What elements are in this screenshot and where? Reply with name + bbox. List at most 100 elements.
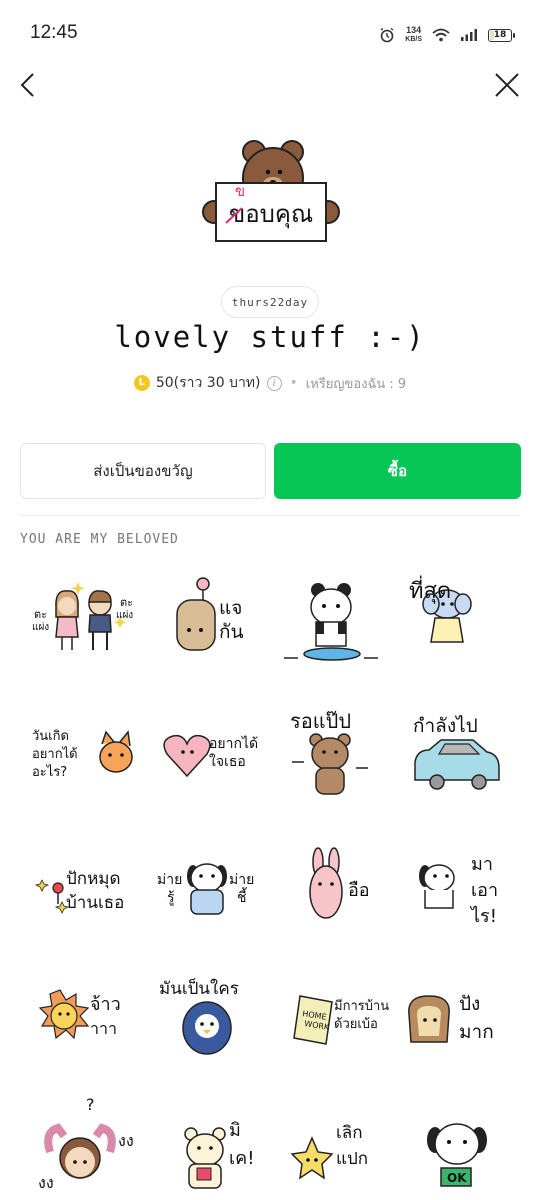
sticker-cat-birthday-text-2: อยากได้ (32, 746, 78, 762)
sticker-couple[interactable]: ตะ แผ่ง ตะ แผ่ง (20, 562, 144, 686)
sticker-bear-wait-image: รอแป๊ป (290, 709, 368, 795)
sticker-elephant-best[interactable]: ที่สุด (395, 562, 519, 686)
alarm-icon (380, 27, 394, 43)
sticker-dog-dunno-text-3: ม่าย (229, 872, 254, 888)
sticker-rabbit-ok[interactable]: อือ (270, 824, 394, 948)
sticker-dog-bring-text-3: ไร! (469, 905, 497, 927)
sticker-dog-dunno-image: ม่าย รู้ ม่าย ชี้ (157, 863, 254, 915)
close-icon[interactable] (492, 70, 522, 100)
sticker-cat-birthday-image: วันเกิด อยากได้ อะไร? (32, 729, 133, 780)
sticker-dog-bring[interactable]: มา เอา ไร! (395, 824, 519, 948)
sticker-star-weird-image: เลิก แปก (290, 1123, 368, 1180)
sticker-pin-home[interactable]: ปักหมุด บ้านเธอ (20, 824, 144, 948)
net-speed-unit: KB/S (405, 36, 422, 43)
signal-icon (461, 29, 477, 41)
main-sticker-sign-correction: ข (235, 182, 245, 200)
sticker-bread-great-image: ปัง มาก (408, 993, 494, 1043)
sticker-dog-dunno[interactable]: ม่าย รู้ ม่าย ชี้ (145, 824, 269, 948)
sticker-girl-confused-text-1: ? (86, 1095, 95, 1114)
section-label: YOU ARE MY BELOVED (20, 532, 179, 547)
sticker-sun-yes-text-2: าาา (90, 1019, 117, 1038)
sticker-penguin-who[interactable]: มันเป็นใคร (145, 954, 269, 1078)
author-name[interactable]: thurs22day (221, 286, 319, 318)
sticker-penguin-who-text: มันเป็นใคร (159, 977, 239, 999)
divider (20, 515, 520, 516)
sticker-rabbit-ok-text: อือ (348, 880, 370, 901)
sticker-heart-want-text-2: ใจเธอ (209, 753, 246, 770)
sticker-flower-head[interactable]: แจ กัน (145, 562, 269, 686)
wifi-icon (432, 28, 450, 42)
sticker-car-going-image: กำลังไป (413, 715, 500, 790)
sticker-bread-great-text-1: ปัง (459, 993, 480, 1015)
sticker-girl-confused-image: ? งง งง (38, 1095, 134, 1192)
coin-icon: L (133, 375, 150, 391)
sticker-bear-no-text-1: มิ (229, 1120, 241, 1141)
sticker-elephant-best-image: ที่สุด (409, 575, 472, 643)
sticker-bear-wait[interactable]: รอแป๊ป (270, 692, 394, 816)
status-icons: 134 KB/S 18 (379, 24, 515, 46)
sticker-dog-ok-image: OK (427, 1123, 487, 1187)
sticker-sun-yes-image: จ้าว าาา (38, 989, 121, 1040)
sticker-bear-wait-text: รอแป๊ป (290, 709, 351, 733)
sticker-couple-text-2: แผ่ง (32, 622, 49, 633)
sticker-car-going[interactable]: กำลังไป (395, 692, 519, 816)
sticker-flower-head-text-2: กัน (219, 621, 244, 643)
sticker-dog-bring-text-2: เอา (471, 880, 498, 901)
sticker-couple-text-1: ตะ (34, 608, 47, 621)
main-sticker-image: ขอบคุณ ข (202, 140, 340, 242)
sticker-bread-great[interactable]: ปัง มาก (395, 954, 519, 1078)
sticker-dog-dunno-text-4: ชี้ (237, 887, 248, 906)
sticker-rabbit-ok-image: อือ (309, 847, 370, 919)
sticker-heart-want-text-1: อยากได้ (209, 735, 258, 752)
battery-icon: 18 (488, 28, 515, 42)
sticker-couple-image: ตะ แผ่ง ตะ แผ่ง (32, 582, 133, 650)
sticker-panda-skate[interactable] (270, 562, 394, 686)
sticker-panda-skate-image (284, 583, 378, 661)
chevron-left-icon[interactable] (14, 70, 44, 100)
my-coins: เหรียญของฉัน : 9 (305, 376, 407, 392)
sticker-couple-text-4: แผ่ง (116, 610, 133, 621)
price-amount: 50(ราว 30 บาท) (155, 375, 261, 391)
sticker-bear-no[interactable]: มิ เค! (145, 1082, 269, 1200)
sticker-flower-head-text-1: แจ (219, 597, 242, 619)
page-title: lovely stuff :-) (114, 320, 426, 354)
sticker-star-weird-text-1: เลิก (336, 1123, 363, 1143)
sticker-girl-confused-text-3: งง (38, 1173, 54, 1192)
sticker-homework-image: HOME WORK มีการบ้าน ด้วยเบ้อ (293, 995, 389, 1045)
sticker-star-weird-text-2: แปก (336, 1149, 368, 1169)
sticker-heart-want-image: อยากได้ ใจเธอ (163, 734, 258, 778)
sticker-homework[interactable]: HOME WORK มีการบ้าน ด้วยเบ้อ (270, 954, 394, 1078)
battery-level: 18 (493, 29, 507, 40)
info-icon[interactable]: i (266, 375, 282, 391)
net-speed: 134 KB/S (405, 26, 422, 44)
sticker-elephant-best-text: ที่สุด (409, 575, 451, 604)
net-speed-value: 134 (406, 25, 422, 35)
gift-button[interactable]: ส่งเป็นของขวัญ (20, 443, 266, 499)
sticker-homework-text-4: ด้วยเบ้อ (334, 1017, 378, 1032)
sticker-girl-confused[interactable]: ? งง งง (20, 1082, 144, 1200)
sticker-homework-text-3: มีการบ้าน (334, 998, 389, 1014)
buy-button[interactable]: ซื้อ (274, 443, 521, 499)
sticker-star-weird[interactable]: เลิก แปก (270, 1082, 394, 1200)
sticker-pin-home-image: ปักหมุด บ้านเธอ (34, 869, 124, 914)
sticker-girl-confused-text-2: งง (118, 1131, 134, 1150)
sticker-sun-yes[interactable]: จ้าว าาา (20, 954, 144, 1078)
sticker-pin-home-text-1: ปักหมุด (66, 869, 121, 889)
separator-dot: • (289, 375, 298, 391)
sticker-car-going-text: กำลังไป (413, 715, 478, 737)
sticker-bear-no-text-2: เค! (229, 1148, 254, 1169)
status-time: 12:45 (30, 22, 78, 43)
sticker-cat-birthday[interactable]: วันเกิด อยากได้ อะไร? (20, 692, 144, 816)
sticker-dog-bring-image: มา เอา ไร! (419, 854, 498, 927)
sticker-flower-head-image: แจ กัน (176, 577, 244, 651)
sticker-heart-want[interactable]: อยากได้ ใจเธอ (145, 692, 269, 816)
sticker-cat-birthday-text-1: วันเกิด (32, 729, 69, 744)
sticker-bread-great-text-2: มาก (459, 1021, 494, 1043)
sticker-bear-no-image: มิ เค! (184, 1120, 254, 1189)
price-row: L 50(ราว 30 บาท) i • เหรียญของฉัน : 9 (0, 372, 540, 394)
sticker-dog-ok[interactable]: OK (395, 1082, 519, 1200)
sticker-couple-text-3: ตะ (120, 596, 133, 609)
sticker-penguin-who-image: มันเป็นใคร (159, 977, 239, 1055)
sticker-pin-home-text-2: บ้านเธอ (66, 893, 124, 913)
sticker-dog-dunno-text-2: รู้ (167, 890, 175, 906)
